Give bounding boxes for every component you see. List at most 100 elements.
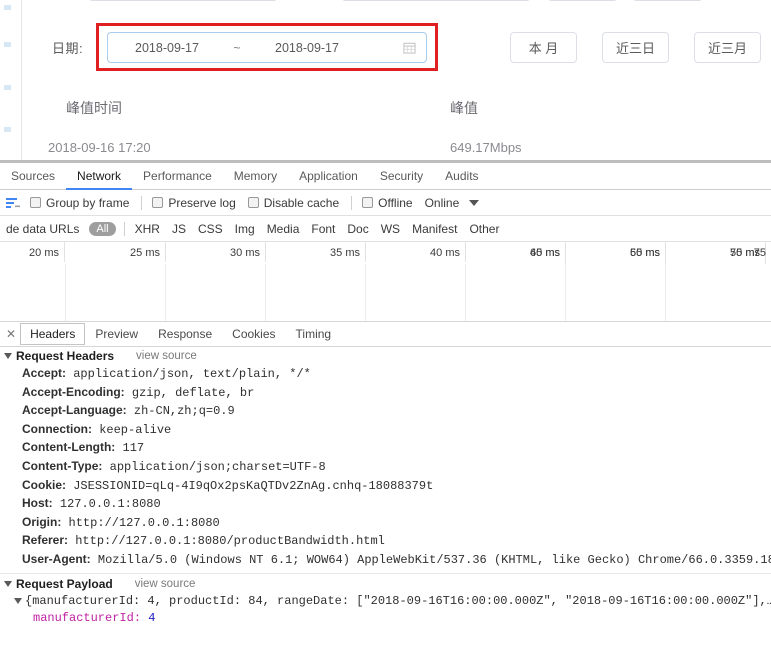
stat-header-peak-time: 峰值时间 [66,100,122,116]
request-tab-cookies[interactable]: Cookies [222,323,285,345]
ruler-tick: 35 ms [266,242,366,262]
header-key: Connection: [22,421,92,436]
header-key: User-Agent: [22,551,91,566]
chevron-down-icon[interactable] [14,598,22,605]
filter-css[interactable]: CSS [192,222,229,236]
header-value: http://127.0.0.1:8080/productBandwidth.h… [75,534,385,549]
rail-tick [4,5,11,10]
filter-font[interactable]: Font [305,222,341,236]
section-title: Request Headers [16,349,115,363]
view-source-link[interactable]: view source [136,350,197,362]
request-payload-section[interactable]: Request Payload view source [0,572,771,593]
payload-summary-row[interactable]: {manufacturerId: 4, productId: 84, range… [0,593,771,611]
filter-ws[interactable]: WS [375,222,406,236]
quick-range-button-last-3-months[interactable]: 近三月 [694,32,761,63]
filter-img[interactable]: Img [229,222,261,236]
grid-column-line [265,264,266,321]
calendar-icon [403,42,416,54]
header-row: Accept-Encoding: gzip, deflate, br [0,384,771,403]
header-value: 127.0.0.1:8080 [59,497,161,512]
checkbox-group-by-frame[interactable]: Group by frame [30,196,129,210]
stat-header-peak-value: 峰值 [450,100,478,116]
header-key: Accept: [22,366,67,380]
screenshot-root: 日期: 2018-09-17 ~ 2018-09-17 本 月 近三日 近三月 … [0,0,771,652]
header-value: 117 [122,441,145,456]
checkbox-box[interactable] [30,197,41,208]
quick-range-button-last-3-days[interactable]: 近三日 [602,32,669,63]
ruler-tick: 25 ms [66,242,166,262]
request-tab-headers[interactable]: Headers [20,323,86,345]
tab-application[interactable]: Application [288,164,369,190]
grid-column-line [165,264,166,321]
checkbox-box[interactable] [152,197,164,208]
filter-media[interactable]: Media [261,222,306,236]
rail-tick [4,85,11,90]
header-row: Cookie: JSESSIONID=qLq-4I9qOx2psKaQTDv2Z… [0,477,771,496]
grid-column-line [65,264,66,321]
toolbar-divider [141,195,143,210]
chevron-down-icon[interactable] [469,199,480,206]
request-headers-section[interactable]: Request Headers view source [0,347,771,365]
header-row: Accept: application/json, text/plain, */… [0,365,771,384]
checkbox-box[interactable] [362,197,374,208]
date-range-separator: ~ [233,40,241,55]
header-value: Mozilla/5.0 (Windows NT 6.1; WOW64) Appl… [97,552,771,567]
resource-type-filters: de data URLs All XHR JS CSS Img Media Fo… [0,216,771,242]
request-tab-response[interactable]: Response [148,323,222,345]
date-from-input[interactable]: 2018-09-17 [108,41,226,55]
filter-xhr[interactable]: XHR [129,222,166,236]
checkbox-label: Offline [378,195,413,210]
filter-doc[interactable]: Doc [341,222,374,236]
close-icon[interactable]: ✕ [2,327,20,341]
devtools-panel: Sources Network Performance Memory Appli… [0,160,771,652]
cutoff-button-2 [634,0,701,1]
checkbox-label: Preserve log [168,195,236,210]
hide-data-urls-label[interactable]: de data URLs [0,222,85,236]
payload-summary-text: {manufacturerId: 4, productId: 84, range… [25,593,771,608]
filter-manifest[interactable]: Manifest [406,222,463,236]
tab-security[interactable]: Security [369,164,434,190]
cutoff-input-1 [90,0,276,1]
header-key: Content-Type: [22,458,103,473]
ruler-tick: 20 ms [0,242,65,262]
header-row: User-Agent: Mozilla/5.0 (Windows NT 6.1;… [0,551,771,570]
grid-column-line [465,264,466,321]
checkbox-offline[interactable]: Offline [362,195,413,210]
date-range-picker[interactable]: 2018-09-17 ~ 2018-09-17 [107,32,427,63]
header-row: Accept-Language: zh-CN,zh;q=0.9 [0,402,771,421]
chevron-down-icon[interactable] [4,580,12,587]
filter-js[interactable]: JS [166,222,192,236]
request-tab-timing[interactable]: Timing [286,323,342,345]
chevron-down-icon[interactable] [4,353,12,359]
view-source-link[interactable]: view source [135,578,196,590]
checkbox-disable-cache[interactable]: Disable cache [247,196,339,210]
payload-field-row: manufacturerId: 4 [0,610,771,623]
date-to-input[interactable]: 2018-09-17 [248,41,366,55]
tab-audits[interactable]: Audits [434,164,489,190]
network-requests-grid[interactable] [0,264,771,322]
throttling-select-value[interactable]: Online [425,196,460,210]
tab-sources[interactable]: Sources [0,164,66,190]
checkbox-box[interactable] [247,197,259,208]
stat-value-peak-value: 649.17Mbps [450,140,522,155]
filter-all[interactable]: All [89,221,116,236]
checkbox-preserve-log[interactable]: Preserve log [152,195,236,210]
filter-divider [123,221,125,236]
header-key: Host: [22,496,53,511]
header-key: Accept-Language: [22,403,127,418]
tab-network[interactable]: Network [66,164,133,190]
quick-range-button-this-month[interactable]: 本 月 [510,32,577,63]
header-key: Cookie: [22,477,67,492]
payload-value: 4 [148,611,156,623]
checkbox-label: Group by frame [46,195,130,210]
date-filter-row: 日期: 2018-09-17 ~ 2018-09-17 本 月 近三日 近三月 … [22,22,771,72]
header-key: Content-Length: [22,440,116,455]
filter-icon[interactable] [6,197,20,209]
request-detail-tabbar: ✕ Headers Preview Response Cookies Timin… [0,322,771,347]
tab-memory[interactable]: Memory [223,164,288,190]
filter-other[interactable]: Other [463,222,505,236]
request-tab-preview[interactable]: Preview [85,323,148,345]
network-toolbar: Group by frame Preserve log Disable cach… [0,190,771,216]
tab-performance[interactable]: Performance [132,164,223,190]
date-filter-label: 日期: [52,41,84,56]
